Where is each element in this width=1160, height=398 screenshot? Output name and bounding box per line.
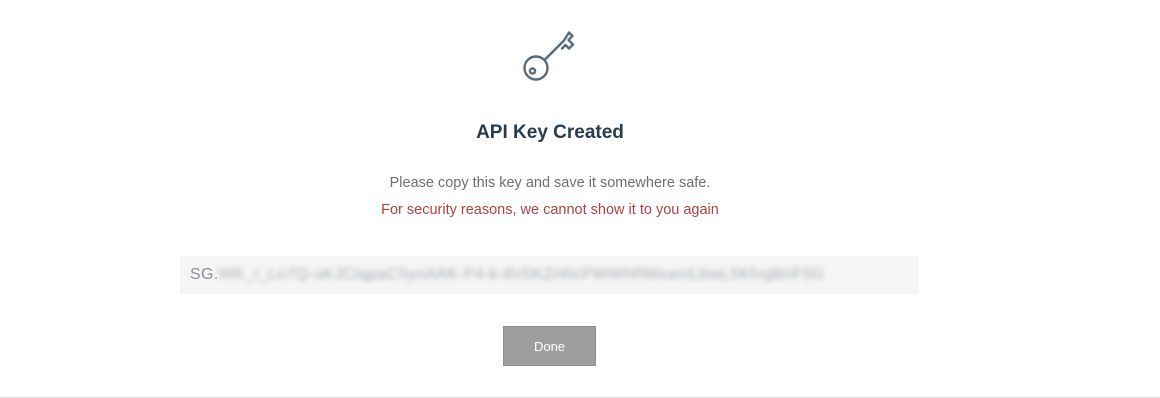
api-key-created-dialog: API Key Created Please copy this key and… [0, 0, 1160, 398]
key-icon [523, 31, 575, 81]
copy-instruction: Please copy this key and save it somewhe… [389, 175, 711, 191]
api-key-prefix: SG. [190, 266, 219, 283]
dialog-title: API Key Created [476, 122, 624, 143]
security-warning: For security reasons, we cannot show it … [381, 202, 719, 218]
done-button[interactable]: Done [503, 326, 596, 366]
api-key-obscured: WK_I_Lo7Q-uKJCIqpaC5ynAAK-P4-k-tfvSKZHhc… [218, 266, 825, 283]
api-key-field[interactable]: SG. WK_I_Lo7Q-uKJCIqpaC5ynAAK-P4-k-tfvSKZ… [180, 256, 919, 294]
